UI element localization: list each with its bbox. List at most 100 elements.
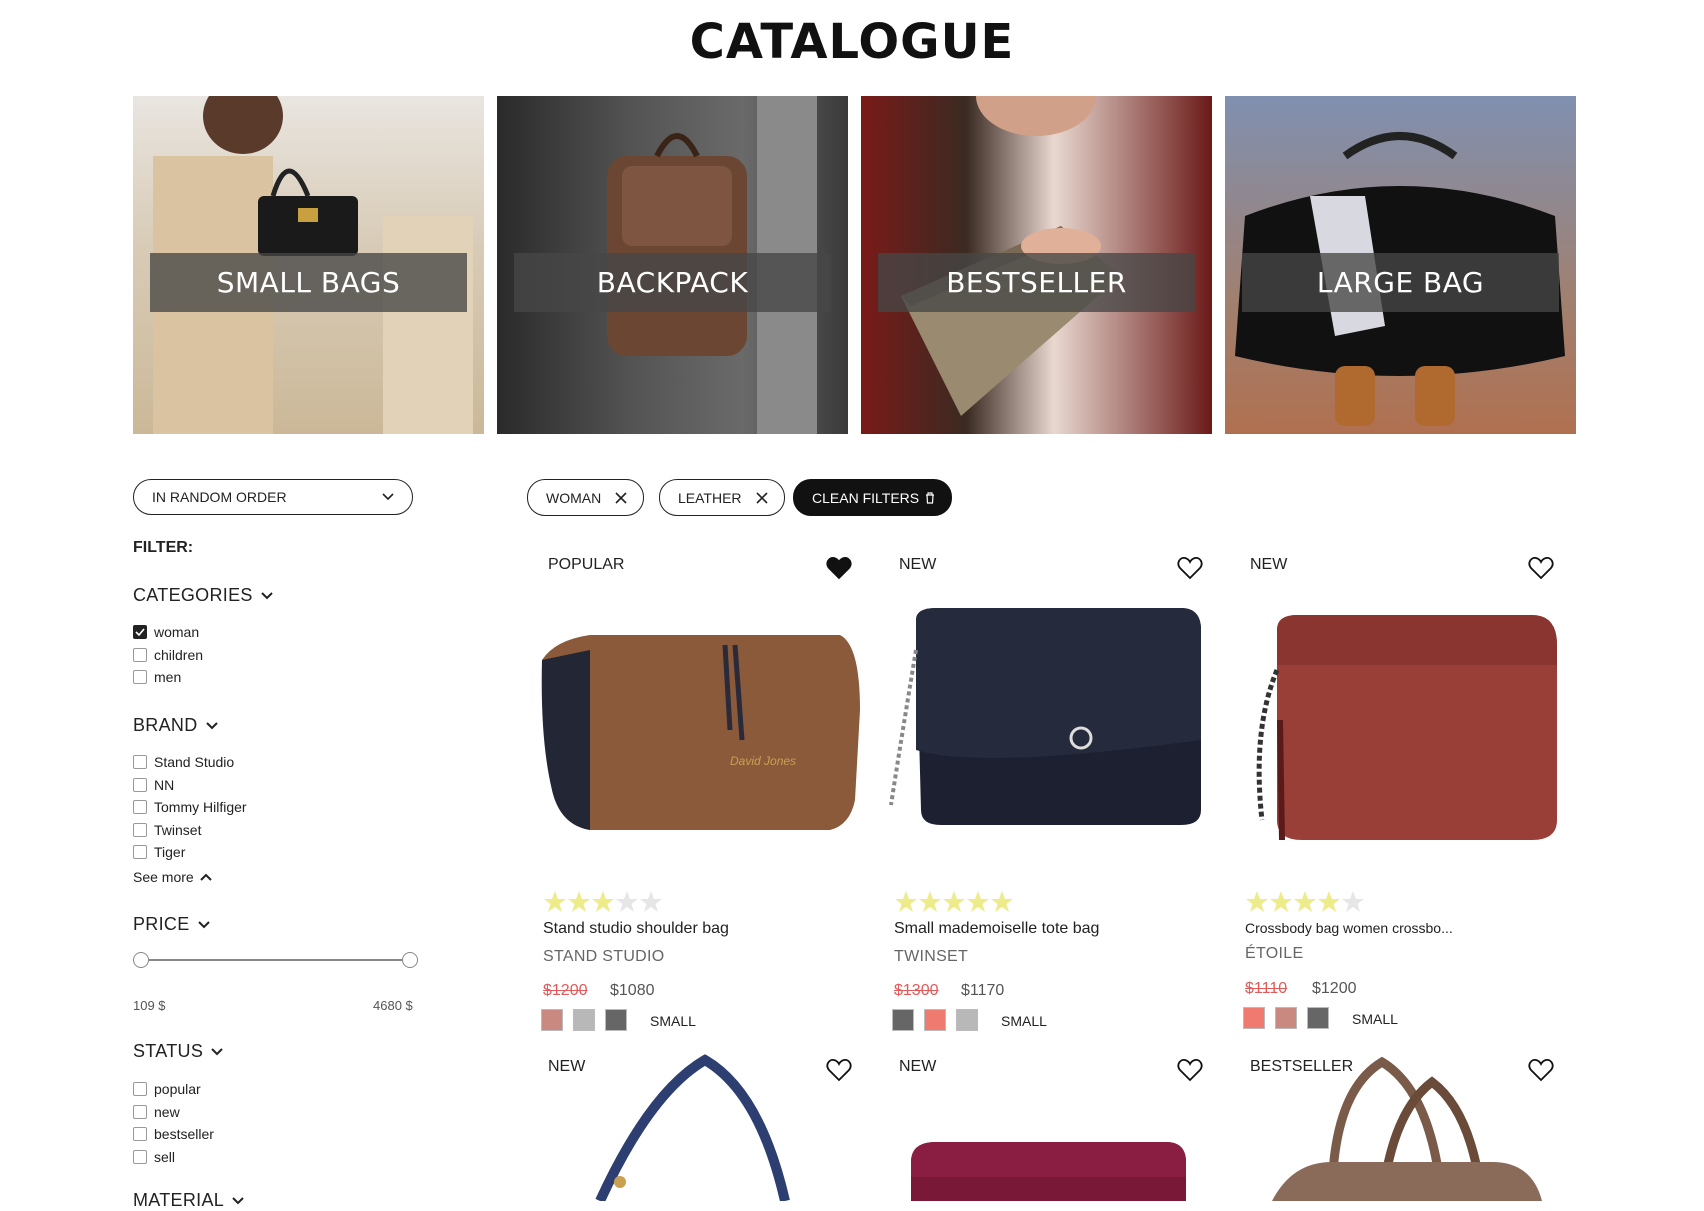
checkbox-tiger[interactable]: Tiger xyxy=(133,842,185,862)
category-bestseller[interactable]: BESTSELLER xyxy=(861,96,1212,434)
current-price: $1170 xyxy=(961,982,1005,999)
checkbox[interactable] xyxy=(133,800,147,814)
heart-icon[interactable] xyxy=(826,556,852,580)
see-more-label: See more xyxy=(133,869,194,885)
checkbox-woman[interactable]: woman xyxy=(133,622,199,642)
rating-stars xyxy=(543,890,663,914)
chevron-down-icon xyxy=(260,591,273,599)
status-badge: NEW xyxy=(899,556,937,573)
checkbox[interactable] xyxy=(133,755,147,769)
checkbox-children[interactable]: children xyxy=(133,645,203,665)
product-card[interactable]: NEW xyxy=(881,1052,1221,1201)
product-image[interactable] xyxy=(881,1052,1221,1201)
checkbox-label: new xyxy=(154,1104,180,1120)
product-brand: TWINSET xyxy=(894,948,969,965)
checkbox[interactable] xyxy=(133,823,147,837)
checkbox-twinset[interactable]: Twinset xyxy=(133,820,201,840)
category-label: BACKPACK xyxy=(514,253,831,312)
trash-icon xyxy=(926,491,935,504)
checkbox-stand-studio[interactable]: Stand Studio xyxy=(133,752,234,772)
star-icons xyxy=(1246,891,1364,912)
category-large-bag[interactable]: LARGE BAG xyxy=(1225,96,1576,434)
product-name[interactable]: Stand studio shoulder bag xyxy=(543,920,729,938)
section-title: PRICE xyxy=(133,914,190,934)
product-name[interactable]: Crossbody bag women crossbo... xyxy=(1245,920,1453,936)
checkbox-new[interactable]: new xyxy=(133,1102,180,1122)
chip-label: WOMAN xyxy=(546,489,602,506)
color-swatch[interactable] xyxy=(1307,1007,1329,1029)
category-backpack[interactable]: BACKPACK xyxy=(497,96,848,434)
chevron-down-icon xyxy=(205,721,218,729)
filter-chip-leather[interactable]: LEATHER xyxy=(659,479,785,516)
product-image[interactable] xyxy=(1232,1052,1572,1201)
heart-icon[interactable] xyxy=(1177,556,1203,580)
check-icon xyxy=(135,628,145,636)
checkbox-popular[interactable]: popular xyxy=(133,1079,201,1099)
close-icon[interactable] xyxy=(615,491,627,504)
checkbox[interactable] xyxy=(133,670,147,684)
checkbox[interactable] xyxy=(133,648,147,662)
brand-section-toggle[interactable]: BRAND xyxy=(133,715,218,736)
sort-dropdown[interactable]: IN RANDOM ORDER xyxy=(133,479,413,515)
color-swatch[interactable] xyxy=(573,1009,595,1031)
product-name[interactable]: Small mademoiselle tote bag xyxy=(894,920,1099,938)
checkbox-nn[interactable]: NN xyxy=(133,775,174,795)
rating-stars xyxy=(1245,890,1365,914)
product-card[interactable]: BESTSELLER xyxy=(1232,1052,1572,1201)
price-section-toggle[interactable]: PRICE xyxy=(133,914,210,935)
checkbox[interactable] xyxy=(133,625,147,639)
chevron-up-icon xyxy=(199,873,212,881)
product-image[interactable] xyxy=(881,590,1221,870)
slider-min-handle[interactable] xyxy=(133,952,149,968)
star-icons xyxy=(895,891,1013,912)
category-label: LARGE BAG xyxy=(1242,253,1559,312)
product-card[interactable]: NEW xyxy=(530,1052,870,1201)
checkbox[interactable] xyxy=(133,845,147,859)
price-max-value: 4680 $ xyxy=(373,998,413,1013)
slider-max-handle[interactable] xyxy=(402,952,418,968)
heart-icon[interactable] xyxy=(1528,556,1554,580)
status-badge: NEW xyxy=(1250,556,1288,573)
chevron-down-icon xyxy=(211,1047,223,1055)
checkbox-label: bestseller xyxy=(154,1126,214,1142)
clean-filters-button[interactable]: CLEAN FILTERS xyxy=(793,479,953,516)
price-range-slider[interactable] xyxy=(133,952,418,968)
checkbox[interactable] xyxy=(133,1150,147,1164)
color-swatch[interactable] xyxy=(605,1009,627,1031)
color-swatch[interactable] xyxy=(541,1009,563,1031)
filter-chip-woman[interactable]: WOMAN xyxy=(527,479,645,516)
categories-section-toggle[interactable]: CATEGORIES xyxy=(133,585,273,606)
product-image[interactable]: David Jones xyxy=(530,590,870,870)
checkbox-label: children xyxy=(154,647,204,663)
checkbox[interactable] xyxy=(133,778,147,792)
color-swatch[interactable] xyxy=(924,1009,946,1031)
filter-heading: FILTER: xyxy=(133,539,194,556)
category-small-bags[interactable]: SMALL BAGS xyxy=(133,96,484,434)
checkbox-label: NN xyxy=(154,777,175,793)
checkbox-bestseller[interactable]: bestseller xyxy=(133,1124,214,1144)
price-min-value: 109 $ xyxy=(133,998,166,1013)
product-image[interactable] xyxy=(530,1052,870,1201)
checkbox-men[interactable]: men xyxy=(133,667,181,687)
svg-text:David Jones: David Jones xyxy=(730,754,796,768)
current-price: $1200 xyxy=(1312,980,1357,997)
checkbox-sell[interactable]: sell xyxy=(133,1147,175,1167)
old-price: $1200 xyxy=(543,982,588,999)
color-swatch[interactable] xyxy=(1243,1007,1265,1029)
checkbox-label: men xyxy=(154,669,182,685)
color-swatch[interactable] xyxy=(1275,1007,1297,1029)
color-swatch[interactable] xyxy=(956,1009,978,1031)
checkbox[interactable] xyxy=(133,1105,147,1119)
checkbox-tommy-hilfiger[interactable]: Tommy Hilfiger xyxy=(133,797,247,817)
status-section-toggle[interactable]: STATUS xyxy=(133,1041,223,1062)
checkbox[interactable] xyxy=(133,1082,147,1096)
checkbox[interactable] xyxy=(133,1127,147,1141)
see-more-brands-link[interactable]: See more xyxy=(133,869,212,885)
star-icons xyxy=(544,891,662,912)
slider-track xyxy=(139,959,412,961)
clean-filters-label: CLEAN FILTERS xyxy=(812,489,920,506)
close-icon[interactable] xyxy=(755,491,768,504)
product-image[interactable] xyxy=(1232,590,1572,870)
color-swatch[interactable] xyxy=(892,1009,914,1031)
sort-label: IN RANDOM ORDER xyxy=(152,489,287,505)
